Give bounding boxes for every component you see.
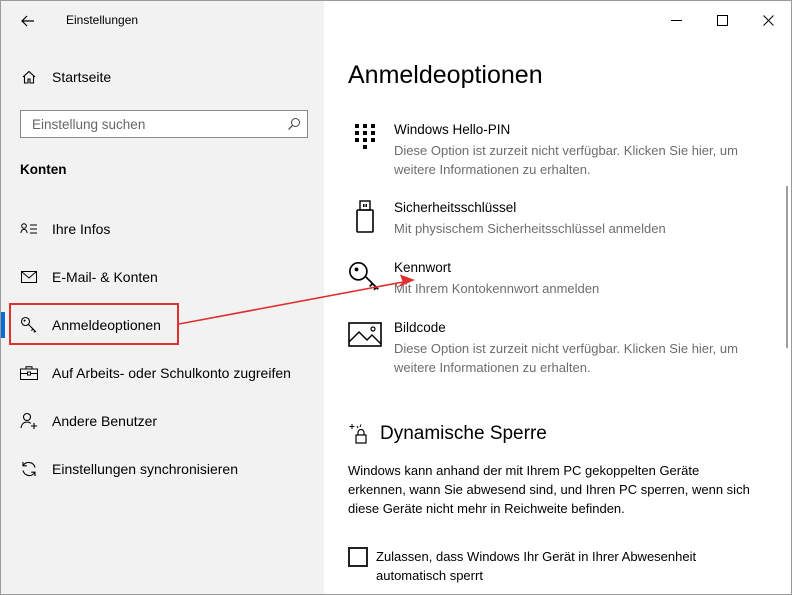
dynamic-lock-checkbox-label[interactable]: Zulassen, dass Windows Ihr Gerät in Ihre… <box>376 547 756 585</box>
password-key-icon <box>348 260 382 294</box>
sidebar-item-home[interactable]: Startseite <box>1 61 324 93</box>
dynamic-lock-title: Dynamische Sperre <box>380 423 547 444</box>
option-description: Diese Option ist zurzeit nicht verfügbar… <box>394 341 738 375</box>
close-icon <box>762 14 774 26</box>
usb-key-icon <box>348 200 382 234</box>
option-kennwort[interactable]: Kennwort Mit Ihrem Kontokennwort anmelde… <box>348 260 768 300</box>
search-input[interactable] <box>21 111 307 137</box>
sidebar: Einstellungen Startseite Konten <box>1 1 324 594</box>
option-description: Diese Option ist zurzeit nicht verfügbar… <box>394 143 738 177</box>
option-title: Sicherheitsschlüssel <box>394 200 517 215</box>
sidebar-item-label: Einstellungen synchronisieren <box>52 461 238 477</box>
page-title: Anmeldeoptionen <box>348 61 543 89</box>
back-button[interactable] <box>13 7 43 35</box>
sidebar-item-synchronisieren[interactable]: Einstellungen synchronisieren <box>1 452 324 486</box>
dynamic-lock-description: Windows kann anhand der mit Ihrem PC gek… <box>348 463 750 516</box>
sidebar-item-label: E-Mail- & Konten <box>52 269 158 285</box>
person-card-icon <box>20 220 38 238</box>
sparkle-lock-icon <box>349 424 367 444</box>
option-title: Bildcode <box>394 320 446 335</box>
sync-icon <box>20 460 38 478</box>
minimize-button[interactable] <box>653 1 699 39</box>
person-add-icon <box>20 412 38 430</box>
section-title: Konten <box>20 162 67 177</box>
sidebar-item-arbeitskonto[interactable]: Auf Arbeits- oder Schulkonto zugreifen <box>1 356 324 390</box>
option-title: Kennwort <box>394 260 452 275</box>
keypad-icon <box>348 122 382 156</box>
sidebar-item-label: Ihre Infos <box>52 221 111 237</box>
option-sicherheitsschluessel[interactable]: Sicherheitsschlüssel Mit physischem Sich… <box>348 200 768 240</box>
close-button[interactable] <box>745 1 791 39</box>
sidebar-item-email-konten[interactable]: E-Mail- & Konten <box>1 260 324 294</box>
maximize-icon <box>716 14 728 26</box>
app-title: Einstellungen <box>66 13 139 27</box>
option-description: Mit physischem Sicherheitsschlüssel anme… <box>394 221 666 236</box>
option-windows-hello-pin[interactable]: Windows Hello-PIN Diese Option ist zurze… <box>348 122 768 180</box>
sidebar-item-label: Startseite <box>52 69 112 85</box>
scrollbar[interactable] <box>786 186 788 348</box>
sidebar-item-label: Auf Arbeits- oder Schulkonto zugreifen <box>52 365 291 381</box>
settings-window: Einstellungen Startseite Konten <box>0 0 792 595</box>
search-icon[interactable] <box>287 117 301 131</box>
main-content: Anmeldeoptionen Windows Hello-PIN Diese … <box>324 1 791 594</box>
maximize-button[interactable] <box>699 1 745 39</box>
search-box[interactable] <box>20 110 308 138</box>
minimize-icon <box>670 19 682 21</box>
window-controls <box>653 1 791 39</box>
annotation-highlight-box <box>9 303 179 345</box>
option-title: Windows Hello-PIN <box>394 122 511 137</box>
mail-icon <box>20 268 38 286</box>
back-arrow-icon <box>21 15 34 27</box>
picture-icon <box>348 320 382 354</box>
sidebar-item-andere-benutzer[interactable]: Andere Benutzer <box>1 404 324 438</box>
sidebar-item-ihre-infos[interactable]: Ihre Infos <box>1 212 324 246</box>
option-description: Mit Ihrem Kontokennwort anmelden <box>394 281 600 296</box>
sidebar-item-label: Andere Benutzer <box>52 413 158 429</box>
option-bildcode[interactable]: Bildcode Diese Option ist zurzeit nicht … <box>348 320 768 378</box>
briefcase-icon <box>20 364 38 382</box>
dynamic-lock-checkbox[interactable] <box>348 547 368 567</box>
home-icon <box>20 68 38 86</box>
